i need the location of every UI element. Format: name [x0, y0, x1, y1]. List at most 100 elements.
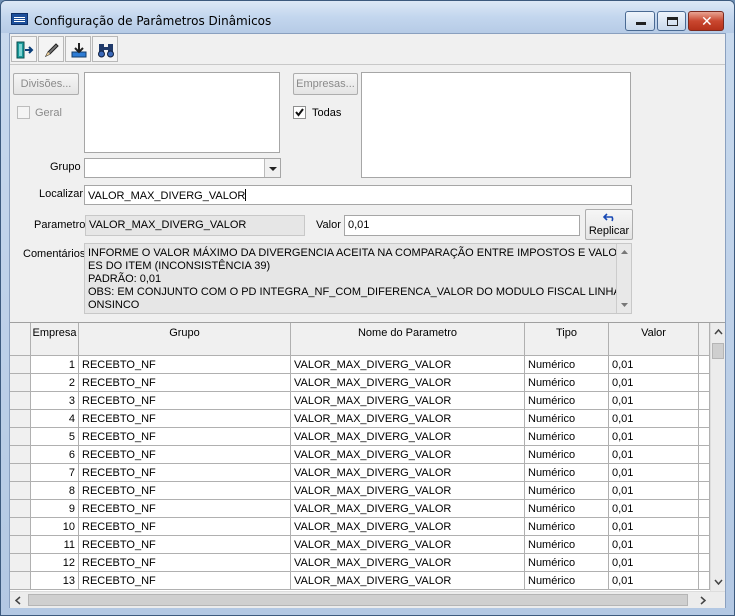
table-row[interactable]: 4 RECEBTO_NF VALOR_MAX_DIVERG_VALOR Numéric…: [10, 410, 710, 428]
cell-tipo[interactable]: Numérico: [525, 482, 609, 500]
column-header-valor[interactable]: Valor: [609, 323, 699, 356]
table-row[interactable]: 13 RECEBTO_NF VALOR_MAX_DIVERG_VALOR Numéri…: [10, 572, 710, 590]
cell-tipo[interactable]: Numérico: [525, 446, 609, 464]
cell-grupo[interactable]: RECEBTO_NF: [79, 410, 291, 428]
exit-button[interactable]: [11, 36, 37, 62]
vertical-scroll-thumb[interactable]: [712, 343, 724, 359]
cell-grupo[interactable]: RECEBTO_NF: [79, 518, 291, 536]
table-row[interactable]: 2 RECEBTO_NF VALOR_MAX_DIVERG_VALOR Numéric…: [10, 374, 710, 392]
todas-checkbox[interactable]: [293, 106, 306, 119]
cell-grupo[interactable]: RECEBTO_NF: [79, 356, 291, 374]
table-row[interactable]: 3 RECEBTO_NF VALOR_MAX_DIVERG_VALOR Numéric…: [10, 392, 710, 410]
grupo-select[interactable]: [84, 158, 281, 178]
cell-empresa[interactable]: 5: [31, 428, 79, 446]
cell-grupo[interactable]: RECEBTO_NF: [79, 572, 291, 590]
cell-tipo[interactable]: Numérico: [525, 464, 609, 482]
cell-nome-parametro[interactable]: VALOR_MAX_DIVERG_VALOR: [291, 500, 525, 518]
cell-empresa[interactable]: 3: [31, 392, 79, 410]
table-row[interactable]: 9 RECEBTO_NF VALOR_MAX_DIVERG_VALOR Numéric…: [10, 500, 710, 518]
cell-grupo[interactable]: RECEBTO_NF: [79, 374, 291, 392]
cell-nome-parametro[interactable]: VALOR_MAX_DIVERG_VALOR: [291, 572, 525, 590]
maximize-button[interactable]: [657, 11, 686, 31]
dropdown-button[interactable]: [264, 159, 280, 177]
column-header-nome-parametro[interactable]: Nome do Parametro: [291, 323, 525, 356]
cell-tipo[interactable]: Numérico: [525, 554, 609, 572]
empresas-button[interactable]: Empresas...: [293, 73, 358, 95]
cell-nome-parametro[interactable]: VALOR_MAX_DIVERG_VALOR: [291, 428, 525, 446]
search-button[interactable]: [92, 36, 118, 62]
valor-input[interactable]: 0,01: [344, 215, 580, 236]
cell-grupo[interactable]: RECEBTO_NF: [79, 446, 291, 464]
edit-button[interactable]: [38, 36, 64, 62]
cell-valor[interactable]: 0,01: [609, 500, 699, 518]
table-row[interactable]: 8 RECEBTO_NF VALOR_MAX_DIVERG_VALOR Numéric…: [10, 482, 710, 500]
cell-tipo[interactable]: Numérico: [525, 410, 609, 428]
cell-nome-parametro[interactable]: VALOR_MAX_DIVERG_VALOR: [291, 374, 525, 392]
table-row[interactable]: 12 RECEBTO_NF VALOR_MAX_DIVERG_VALOR Numéri…: [10, 554, 710, 572]
cell-valor[interactable]: 0,01: [609, 392, 699, 410]
cell-valor[interactable]: 0,01: [609, 446, 699, 464]
cell-valor[interactable]: 0,01: [609, 554, 699, 572]
table-row[interactable]: 6 RECEBTO_NF VALOR_MAX_DIVERG_VALOR Numéric…: [10, 446, 710, 464]
cell-tipo[interactable]: Numérico: [525, 536, 609, 554]
cell-nome-parametro[interactable]: VALOR_MAX_DIVERG_VALOR: [291, 554, 525, 572]
horizontal-scroll-thumb[interactable]: [28, 594, 688, 606]
cell-nome-parametro[interactable]: VALOR_MAX_DIVERG_VALOR: [291, 356, 525, 374]
cell-valor[interactable]: 0,01: [609, 356, 699, 374]
cell-empresa[interactable]: 6: [31, 446, 79, 464]
cell-empresa[interactable]: 7: [31, 464, 79, 482]
empresas-list[interactable]: [361, 72, 631, 178]
table-row[interactable]: 11 RECEBTO_NF VALOR_MAX_DIVERG_VALOR Numéri…: [10, 536, 710, 554]
column-header-grupo[interactable]: Grupo: [79, 323, 291, 356]
geral-checkbox[interactable]: [17, 106, 30, 119]
cell-empresa[interactable]: 12: [31, 554, 79, 572]
cell-nome-parametro[interactable]: VALOR_MAX_DIVERG_VALOR: [291, 446, 525, 464]
cell-grupo[interactable]: RECEBTO_NF: [79, 464, 291, 482]
cell-tipo[interactable]: Numérico: [525, 374, 609, 392]
cell-nome-parametro[interactable]: VALOR_MAX_DIVERG_VALOR: [291, 392, 525, 410]
table-row[interactable]: 5 RECEBTO_NF VALOR_MAX_DIVERG_VALOR Numéric…: [10, 428, 710, 446]
cell-valor[interactable]: 0,01: [609, 482, 699, 500]
cell-tipo[interactable]: Numérico: [525, 572, 609, 590]
cell-empresa[interactable]: 1: [31, 356, 79, 374]
close-button[interactable]: ✕: [688, 11, 724, 31]
cell-grupo[interactable]: RECEBTO_NF: [79, 482, 291, 500]
cell-nome-parametro[interactable]: VALOR_MAX_DIVERG_VALOR: [291, 410, 525, 428]
cell-empresa[interactable]: 13: [31, 572, 79, 590]
cell-nome-parametro[interactable]: VALOR_MAX_DIVERG_VALOR: [291, 536, 525, 554]
cell-empresa[interactable]: 8: [31, 482, 79, 500]
cell-empresa[interactable]: 2: [31, 374, 79, 392]
comentarios-scrollbar[interactable]: [616, 244, 631, 313]
cell-valor[interactable]: 0,01: [609, 410, 699, 428]
minimize-button[interactable]: [625, 11, 655, 31]
cell-grupo[interactable]: RECEBTO_NF: [79, 392, 291, 410]
cell-grupo[interactable]: RECEBTO_NF: [79, 428, 291, 446]
cell-tipo[interactable]: Numérico: [525, 356, 609, 374]
table-row[interactable]: 7 RECEBTO_NF VALOR_MAX_DIVERG_VALOR Numéric…: [10, 464, 710, 482]
cell-empresa[interactable]: 9: [31, 500, 79, 518]
cell-valor[interactable]: 0,01: [609, 428, 699, 446]
cell-tipo[interactable]: Numérico: [525, 428, 609, 446]
comentarios-textarea[interactable]: INFORME O VALOR MÁXIMO DA DIVERGENCIA AC…: [84, 243, 632, 314]
cell-nome-parametro[interactable]: VALOR_MAX_DIVERG_VALOR: [291, 464, 525, 482]
cell-valor[interactable]: 0,01: [609, 572, 699, 590]
download-button[interactable]: [65, 36, 91, 62]
localizar-input[interactable]: VALOR_MAX_DIVERG_VALOR: [84, 185, 632, 205]
column-header-empresa[interactable]: Empresa: [31, 323, 79, 356]
cell-grupo[interactable]: RECEBTO_NF: [79, 554, 291, 572]
replicar-button[interactable]: Replicar: [585, 209, 633, 240]
table-row[interactable]: 10 RECEBTO_NF VALOR_MAX_DIVERG_VALOR Numéri…: [10, 518, 710, 536]
cell-grupo[interactable]: RECEBTO_NF: [79, 500, 291, 518]
cell-empresa[interactable]: 10: [31, 518, 79, 536]
cell-valor[interactable]: 0,01: [609, 536, 699, 554]
cell-grupo[interactable]: RECEBTO_NF: [79, 536, 291, 554]
cell-empresa[interactable]: 11: [31, 536, 79, 554]
table-row[interactable]: 1 RECEBTO_NF VALOR_MAX_DIVERG_VALOR Numéric…: [10, 356, 710, 374]
table-horizontal-scrollbar[interactable]: [10, 591, 725, 608]
cell-valor[interactable]: 0,01: [609, 374, 699, 392]
cell-valor[interactable]: 0,01: [609, 518, 699, 536]
cell-tipo[interactable]: Numérico: [525, 500, 609, 518]
cell-nome-parametro[interactable]: VALOR_MAX_DIVERG_VALOR: [291, 482, 525, 500]
cell-tipo[interactable]: Numérico: [525, 392, 609, 410]
table-vertical-scrollbar[interactable]: [710, 323, 725, 591]
